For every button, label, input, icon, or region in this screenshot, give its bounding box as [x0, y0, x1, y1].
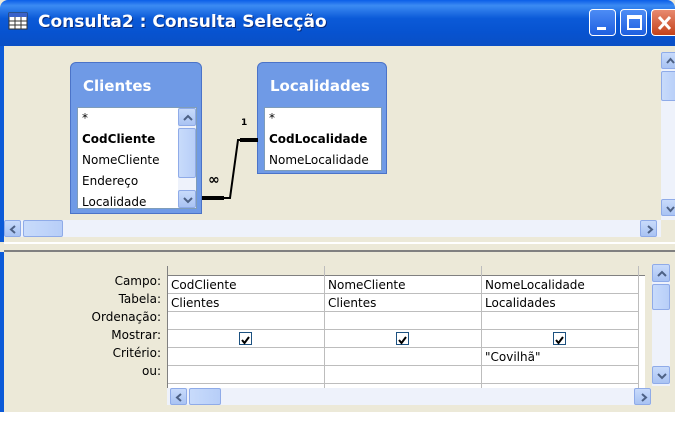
field-item[interactable]: * — [265, 108, 381, 129]
checkmark-icon — [241, 336, 250, 345]
show-checkbox[interactable] — [239, 332, 252, 345]
relationship-one-label: 1 — [241, 118, 248, 128]
criterio-cell[interactable]: "Covilhã" — [482, 348, 638, 366]
row-label-tabela: Tabela: — [118, 292, 161, 306]
scroll-down-button[interactable] — [652, 366, 670, 384]
chevron-left-icon — [175, 393, 182, 402]
chevron-down-icon — [666, 206, 675, 213]
scroll-up-button[interactable] — [652, 264, 670, 282]
grid-column[interactable]: NomeCliente Clientes — [325, 266, 482, 404]
scroll-left-button[interactable] — [170, 388, 187, 405]
scroll-down-button[interactable] — [178, 190, 196, 208]
ou-cell[interactable] — [168, 366, 324, 384]
ordenacao-cell[interactable] — [168, 312, 324, 330]
scroll-left-button[interactable] — [4, 220, 21, 237]
grid-column[interactable]: NomeLocalidade Localidades "Covilhã" — [482, 266, 639, 404]
tabela-cell[interactable]: Localidades — [482, 294, 638, 312]
query-design-grid-pane[interactable]: Campo: Tabela: Ordenação: Mostrar: Crité… — [0, 252, 675, 412]
query-design-window: Consulta2 : Consulta Selecção Clientes *… — [0, 0, 675, 434]
table-localidades-title[interactable]: Localidades — [270, 77, 370, 95]
localidades-field-list[interactable]: * CodLocalidade NomeLocalidade — [264, 107, 382, 171]
row-label-campo: Campo: — [114, 274, 161, 288]
campo-cell[interactable]: NomeLocalidade — [482, 276, 638, 294]
chevron-up-icon — [657, 270, 667, 277]
mostrar-cell[interactable] — [325, 330, 481, 348]
scroll-up-button[interactable] — [661, 52, 675, 69]
pane-splitter[interactable] — [4, 242, 675, 252]
grid-column[interactable]: CodCliente Clientes — [168, 266, 325, 404]
close-button[interactable] — [651, 9, 675, 36]
chevron-down-icon — [657, 373, 667, 380]
title-bar[interactable]: Consulta2 : Consulta Selecção — [0, 0, 675, 46]
campo-cell[interactable]: NomeCliente — [325, 276, 481, 294]
grid-row-labels: Campo: Tabela: Ordenação: Mostrar: Crité… — [8, 262, 165, 380]
campo-cell[interactable]: CodCliente — [168, 276, 324, 294]
clientes-field-list[interactable]: * CodCliente NomeCliente Endereço Locali… — [77, 107, 197, 209]
minimize-icon — [597, 27, 606, 30]
status-area — [0, 412, 675, 434]
chevron-up-icon — [183, 114, 193, 121]
column-selector[interactable] — [482, 266, 638, 276]
show-checkbox[interactable] — [396, 332, 409, 345]
field-item[interactable]: NomeLocalidade — [265, 150, 381, 171]
tabela-cell[interactable]: Clientes — [325, 294, 481, 312]
column-selector[interactable] — [168, 266, 324, 276]
scroll-thumb[interactable] — [661, 71, 675, 101]
ordenacao-cell[interactable] — [482, 312, 638, 330]
scroll-up-button[interactable] — [178, 108, 196, 126]
criterio-cell[interactable] — [325, 348, 481, 366]
column-selector[interactable] — [325, 266, 481, 276]
ou-cell[interactable] — [482, 366, 638, 384]
maximize-icon — [627, 15, 642, 30]
scroll-down-button[interactable] — [661, 199, 675, 216]
design-grid[interactable]: CodCliente Clientes NomeCliente Clientes — [167, 266, 645, 404]
checkmark-icon — [555, 336, 564, 345]
scroll-right-button[interactable] — [640, 220, 657, 237]
close-icon — [657, 15, 672, 31]
relationship-many-label: ∞ — [208, 172, 220, 188]
criterio-cell[interactable] — [168, 348, 324, 366]
relationship-line[interactable] — [200, 118, 260, 208]
show-checkbox[interactable] — [553, 332, 566, 345]
chevron-right-icon — [647, 225, 654, 234]
table-localidades[interactable]: Localidades * CodLocalidade NomeLocalida… — [257, 62, 387, 174]
scroll-thumb[interactable] — [178, 128, 196, 178]
chevron-right-icon — [641, 393, 648, 402]
row-label-mostrar: Mostrar: — [111, 328, 161, 342]
table-diagram-pane[interactable]: Clientes * CodCliente NomeCliente Endere… — [0, 46, 675, 242]
table-clientes-title[interactable]: Clientes — [83, 77, 151, 95]
chevron-down-icon — [183, 197, 193, 204]
row-label-ordenacao: Ordenação: — [91, 310, 161, 324]
table-clientes[interactable]: Clientes * CodCliente NomeCliente Endere… — [70, 62, 202, 214]
tabela-cell[interactable]: Clientes — [168, 294, 324, 312]
minimize-button[interactable] — [589, 9, 616, 36]
mostrar-cell[interactable] — [168, 330, 324, 348]
grid-horizontal-scrollbar[interactable] — [167, 388, 651, 405]
row-label-ou: ou: — [142, 364, 161, 378]
chevron-up-icon — [666, 57, 675, 64]
scroll-thumb[interactable] — [23, 220, 63, 237]
checkmark-icon — [398, 336, 407, 345]
field-item[interactable]: CodLocalidade — [265, 129, 381, 150]
mostrar-cell[interactable] — [482, 330, 638, 348]
window-title: Consulta2 : Consulta Selecção — [38, 12, 327, 32]
chevron-left-icon — [9, 225, 16, 234]
scroll-thumb[interactable] — [189, 388, 221, 405]
maximize-button[interactable] — [620, 9, 647, 36]
diagram-horizontal-scrollbar[interactable] — [4, 220, 661, 237]
ou-cell[interactable] — [325, 366, 481, 384]
query-icon — [8, 12, 28, 30]
grid-column[interactable] — [639, 266, 645, 404]
row-label-criterio: Critério: — [112, 346, 161, 360]
scroll-right-button[interactable] — [634, 388, 651, 405]
scroll-thumb[interactable] — [652, 284, 670, 310]
ordenacao-cell[interactable] — [325, 312, 481, 330]
